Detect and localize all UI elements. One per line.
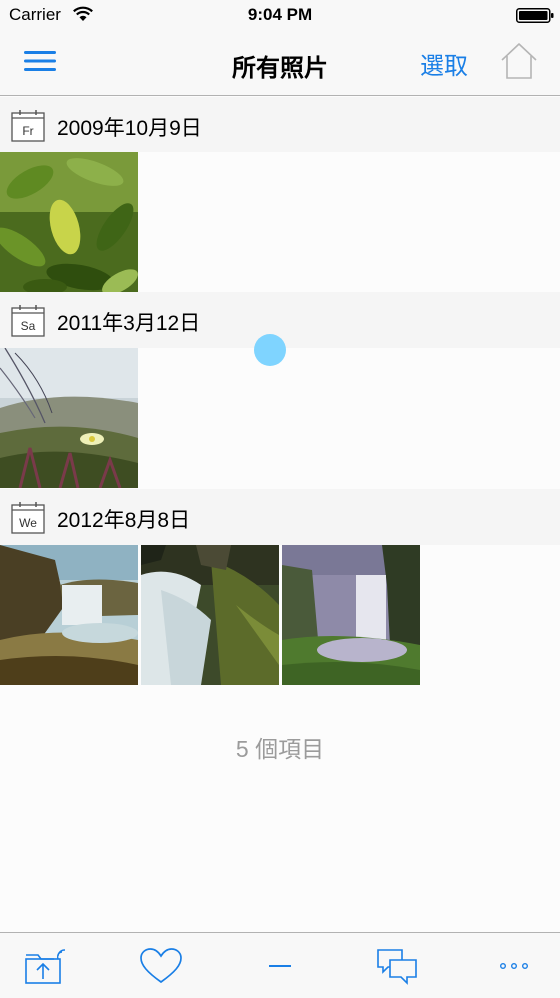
minus-icon xyxy=(269,965,291,967)
status-time: 9:04 PM xyxy=(247,5,313,24)
more-button[interactable] xyxy=(492,947,536,985)
calendar-icon: Fr xyxy=(11,110,45,142)
more-icon xyxy=(499,963,529,970)
touch-indicator xyxy=(254,334,286,366)
photo-thumbnail-waterfall-3[interactable] xyxy=(282,545,420,685)
item-count-label: 5 個項目 xyxy=(235,736,325,762)
photo-row xyxy=(0,348,560,488)
page-title: 所有照片 xyxy=(232,54,328,82)
section-header: We 2012年8月8日 xyxy=(0,489,560,545)
photo-thumbnail-waterfall-2[interactable] xyxy=(141,545,279,685)
photo-thumbnail-leaves[interactable] xyxy=(0,152,138,292)
section-date: 2009年10月9日 xyxy=(57,117,202,140)
photo-thumbnail-flower[interactable] xyxy=(0,348,138,488)
bottom-toolbar xyxy=(0,932,560,998)
select-button[interactable]: 選取 xyxy=(420,46,468,81)
photo-thumbnail-waterfall-1[interactable] xyxy=(0,545,138,685)
share-folder-button[interactable] xyxy=(24,947,68,985)
weekday-label: We xyxy=(19,516,37,530)
comments-button[interactable] xyxy=(375,947,419,985)
section-date: 2012年8月8日 xyxy=(57,509,191,532)
share-folder-icon xyxy=(25,949,66,984)
battery-icon xyxy=(516,8,554,23)
heart-icon xyxy=(140,948,182,984)
remove-button[interactable] xyxy=(258,947,302,985)
status-bar: Carrier 9:04 PM xyxy=(0,0,560,30)
section-header: Fr 2009年10月9日 xyxy=(0,97,560,153)
home-icon[interactable] xyxy=(499,41,539,81)
weekday-label: Fr xyxy=(22,124,33,138)
calendar-icon: Sa xyxy=(11,305,45,337)
chat-bubbles-icon xyxy=(377,949,417,985)
weekday-label: Sa xyxy=(21,319,36,333)
photo-row xyxy=(0,545,560,685)
photo-row xyxy=(0,152,560,292)
favorite-button[interactable] xyxy=(139,947,183,985)
navigation-bar: 所有照片 選取 xyxy=(0,30,560,96)
calendar-icon: We xyxy=(11,502,45,534)
section-date: 2011年3月12日 xyxy=(57,312,201,335)
